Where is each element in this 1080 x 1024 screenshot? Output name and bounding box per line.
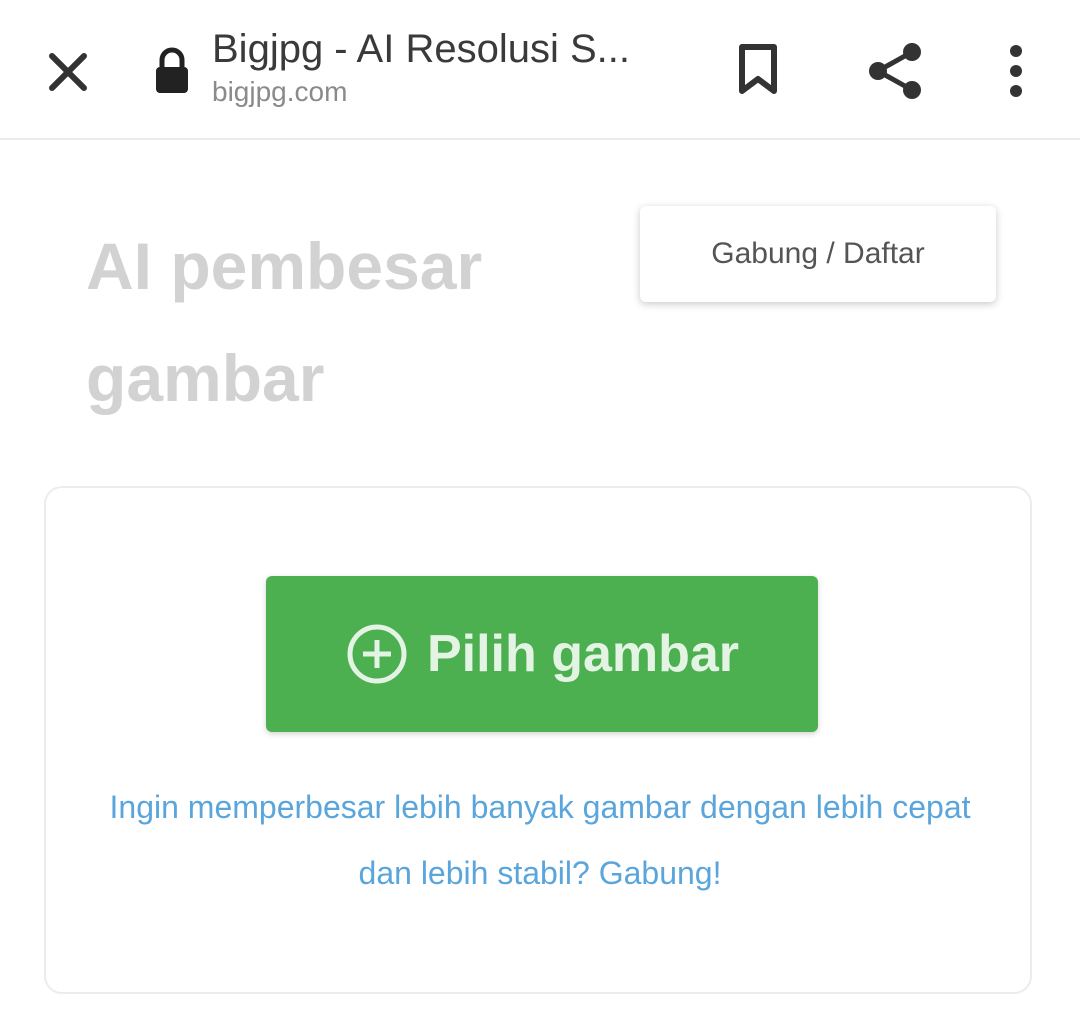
bookmark-icon xyxy=(739,44,777,94)
hero-title: AI pembesar gambar xyxy=(86,229,483,415)
choose-image-button[interactable]: Pilih gambar xyxy=(266,576,818,732)
lock-icon xyxy=(152,46,192,96)
join-promo-link[interactable]: Ingin memperbesar lebih banyak gambar de… xyxy=(106,774,974,906)
share-button[interactable] xyxy=(860,36,930,106)
page-title: Bigjpg - AI Resolusi S... xyxy=(212,27,630,71)
close-button[interactable] xyxy=(36,40,100,104)
share-icon xyxy=(869,43,921,99)
more-vert-icon xyxy=(1010,45,1022,97)
bookmark-button[interactable] xyxy=(726,38,790,102)
browser-toolbar: Bigjpg - AI Resolusi S... bigjpg.com xyxy=(0,0,1080,140)
plus-circle-icon xyxy=(345,622,409,686)
upload-card: Pilih gambar Ingin memperbesar lebih ban… xyxy=(44,486,1032,994)
more-options-button[interactable] xyxy=(990,36,1042,106)
choose-image-label: Pilih gambar xyxy=(426,625,740,683)
address-block[interactable]: Bigjpg - AI Resolusi S... bigjpg.com xyxy=(212,24,682,110)
login-register-button[interactable]: Gabung / Daftar xyxy=(640,206,996,302)
page-url: bigjpg.com xyxy=(212,76,348,107)
close-icon xyxy=(49,53,87,91)
